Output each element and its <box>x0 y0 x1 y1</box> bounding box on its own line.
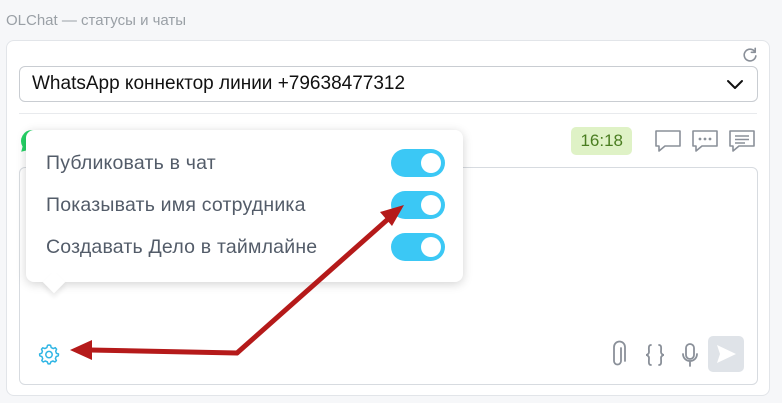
refresh-icon[interactable] <box>741 46 759 64</box>
microphone-icon[interactable] <box>678 340 702 370</box>
divider <box>19 113 757 114</box>
braces-icon[interactable] <box>643 340 667 370</box>
option-label: Создавать Дело в таймлайне <box>46 235 318 258</box>
chevron-down-icon <box>727 80 743 89</box>
message-lines-icon[interactable] <box>727 127 757 155</box>
gear-icon[interactable] <box>37 342 61 366</box>
toggle-knob <box>421 153 441 173</box>
option-label: Показывать имя сотрудника <box>46 193 306 216</box>
paperclip-icon[interactable] <box>606 340 630 370</box>
option-show-employee-name: Показывать имя сотрудника <box>46 188 445 222</box>
page-title: OLChat — статусы и чаты <box>6 12 187 29</box>
toggle-knob <box>421 195 441 215</box>
message-dots-icon[interactable] <box>690 127 720 155</box>
message-icon[interactable] <box>653 127 683 155</box>
settings-popup: Публиковать в чат Показывать имя сотрудн… <box>26 130 463 282</box>
line-select[interactable]: WhatsApp коннектор линии +79638477312 <box>19 66 758 102</box>
line-select-value: WhatsApp коннектор линии +79638477312 <box>32 73 406 94</box>
time-badge: 16:18 <box>571 127 632 155</box>
option-create-timeline-deal: Создавать Дело в таймлайне <box>46 230 445 264</box>
option-label: Публиковать в чат <box>46 151 216 174</box>
toggle-switch[interactable] <box>391 191 445 219</box>
toggle-switch[interactable] <box>391 149 445 177</box>
option-publish-to-chat: Публиковать в чат <box>46 146 445 180</box>
toggle-knob <box>421 237 441 257</box>
toggle-switch[interactable] <box>391 233 445 261</box>
send-icon <box>717 345 736 363</box>
send-button[interactable] <box>708 336 744 372</box>
